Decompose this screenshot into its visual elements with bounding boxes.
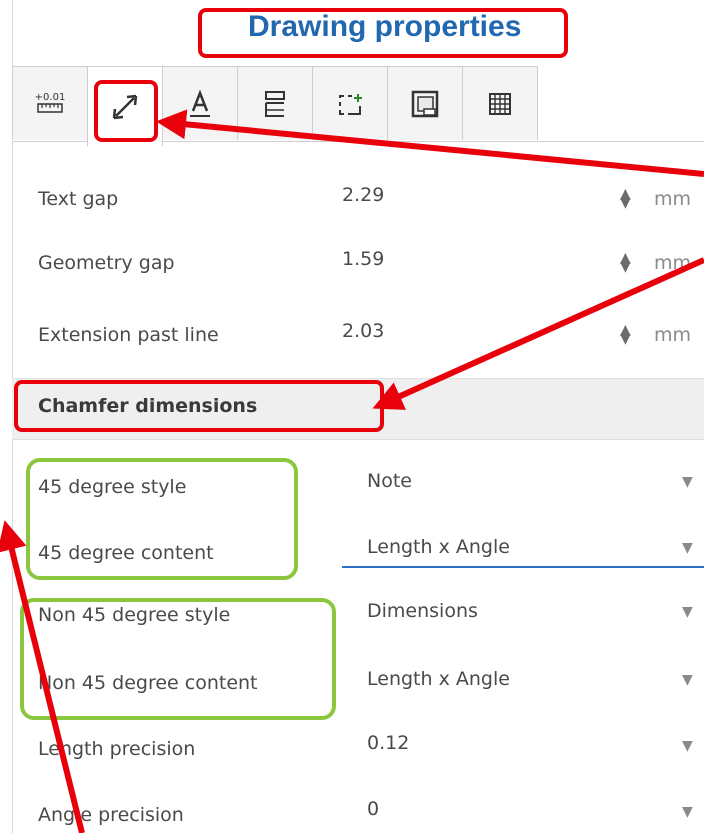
chamfer-non45-style-select[interactable]: Dimensions: [367, 600, 478, 622]
tab-text[interactable]: [162, 66, 238, 140]
length-precision-label: Length precision: [38, 738, 196, 760]
chevron-down-icon[interactable]: ▼: [682, 540, 693, 556]
geometry-gap-unit: mm: [654, 252, 692, 274]
text-gap-label: Text gap: [38, 188, 119, 210]
page-title: Drawing properties: [248, 10, 522, 43]
chamfer-45-style-select[interactable]: Note: [367, 470, 412, 492]
layout-icon: [265, 90, 285, 117]
tab-datum[interactable]: [312, 66, 388, 140]
tab-bar: +0.01: [12, 66, 704, 146]
tab-table[interactable]: [462, 66, 538, 140]
extension-past-line-input[interactable]: 2.03: [342, 320, 384, 342]
extension-past-line-unit: mm: [654, 324, 692, 346]
chamfer-45-content-row: 45 degree content Length x Angle ▼: [12, 524, 704, 584]
chevron-down-icon[interactable]: ▼: [682, 804, 693, 820]
chevron-down-icon[interactable]: ▼: [682, 738, 693, 754]
chevron-down-icon[interactable]: ▼: [682, 672, 693, 688]
chamfer-45-style-label: 45 degree style: [38, 476, 187, 498]
chamfer-45-style-row: 45 degree style Note ▼: [12, 458, 704, 518]
text-gap-spinner[interactable]: ▲ ▼: [620, 187, 631, 210]
length-precision-select[interactable]: 0.12: [367, 732, 409, 754]
tab-border[interactable]: [387, 66, 463, 140]
chamfer-45-content-select[interactable]: Length x Angle: [367, 536, 510, 558]
geometry-gap-input[interactable]: 1.59: [342, 248, 384, 270]
dimension-arrow-icon: [112, 94, 138, 119]
tab-precision[interactable]: +0.01: [12, 66, 88, 140]
extension-past-line-spinner[interactable]: ▲ ▼: [620, 323, 631, 346]
title-bar: Drawing properties: [0, 0, 704, 64]
tab-layout[interactable]: [237, 66, 313, 140]
chamfer-non45-style-row: Non 45 degree style Dimensions ▼: [12, 592, 704, 652]
geometry-gap-row: Geometry gap 1.59 ▲ ▼ mm: [12, 236, 704, 296]
text-underline-icon: [190, 89, 210, 117]
chamfer-dimensions-section[interactable]: Chamfer dimensions: [12, 378, 704, 440]
angle-precision-row: Angle precision 0 ▼: [12, 772, 704, 832]
geometry-gap-spinner[interactable]: ▲ ▼: [620, 251, 631, 274]
extension-past-line-row: Extension past line 2.03 ▲ ▼ mm: [12, 308, 704, 368]
text-gap-unit: mm: [654, 188, 692, 210]
chamfer-non45-content-label: Non 45 degree content: [38, 672, 258, 694]
chamfer-45-content-label: 45 degree content: [38, 542, 214, 564]
extension-past-line-label: Extension past line: [38, 324, 219, 346]
chamfer-non45-content-row: Non 45 degree content Length x Angle ▼: [12, 660, 704, 720]
chamfer-non45-content-select[interactable]: Length x Angle: [367, 668, 510, 690]
svg-text:+0.01: +0.01: [35, 92, 66, 103]
select-focus-underline: [342, 566, 704, 568]
section-title: Chamfer dimensions: [38, 395, 258, 417]
geometry-gap-label: Geometry gap: [38, 252, 175, 274]
border-icon: [411, 90, 439, 117]
tab-dimensions[interactable]: [87, 66, 163, 146]
chevron-down-icon[interactable]: ▼: [682, 474, 693, 490]
chamfer-non45-style-label: Non 45 degree style: [38, 604, 231, 626]
angle-precision-label: Angle precision: [38, 804, 184, 826]
angle-precision-select[interactable]: 0: [367, 798, 379, 820]
text-gap-row: Text gap 2.29 ▲ ▼ mm: [12, 172, 704, 232]
datum-icon: [339, 93, 362, 115]
table-grid-icon: [489, 92, 511, 115]
chevron-down-icon[interactable]: ▼: [682, 604, 693, 620]
text-gap-input[interactable]: 2.29: [342, 184, 384, 206]
ruler-precision-icon: +0.01: [35, 92, 66, 113]
